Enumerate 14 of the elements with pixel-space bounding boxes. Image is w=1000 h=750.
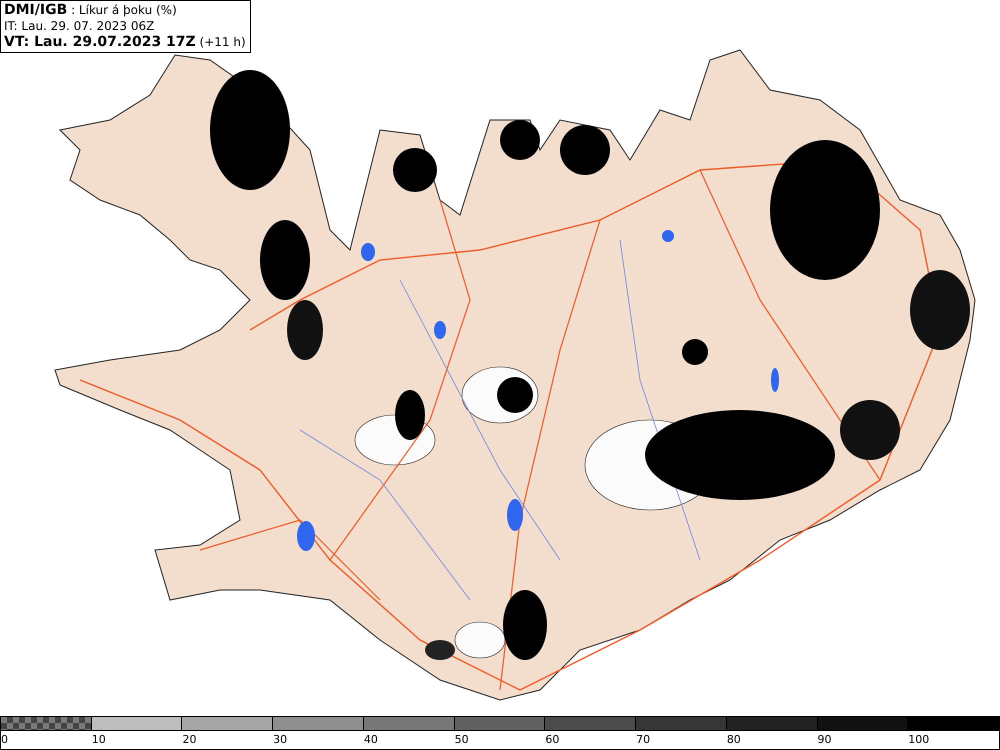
legend-tick-label: 0 <box>1 732 8 748</box>
forecast-caption: IT: Lau. 29. 07. 2023 06Z <box>4 18 156 34</box>
legend-tick-label: 90 <box>818 732 832 748</box>
legend-tick-label: 60 <box>545 732 560 748</box>
forecast-caption: VT: Lau. 29.07.2023 17Z (+11 h) <box>4 34 246 50</box>
legend-tick-label: 70 <box>636 732 650 748</box>
legend-tick-label: 20 <box>182 732 196 748</box>
legend-tick-label: 10 <box>92 732 106 748</box>
legend-tick-label: 40 <box>364 732 378 748</box>
legend-tick-label: 30 <box>273 732 288 748</box>
forecast-caption: DMI/IGB : Líkur á þoku (%) <box>4 2 178 18</box>
legend-tick-label: 100 <box>908 732 930 748</box>
legend-tick-label: 50 <box>454 732 469 748</box>
legend-tick-label: 80 <box>726 732 741 748</box>
